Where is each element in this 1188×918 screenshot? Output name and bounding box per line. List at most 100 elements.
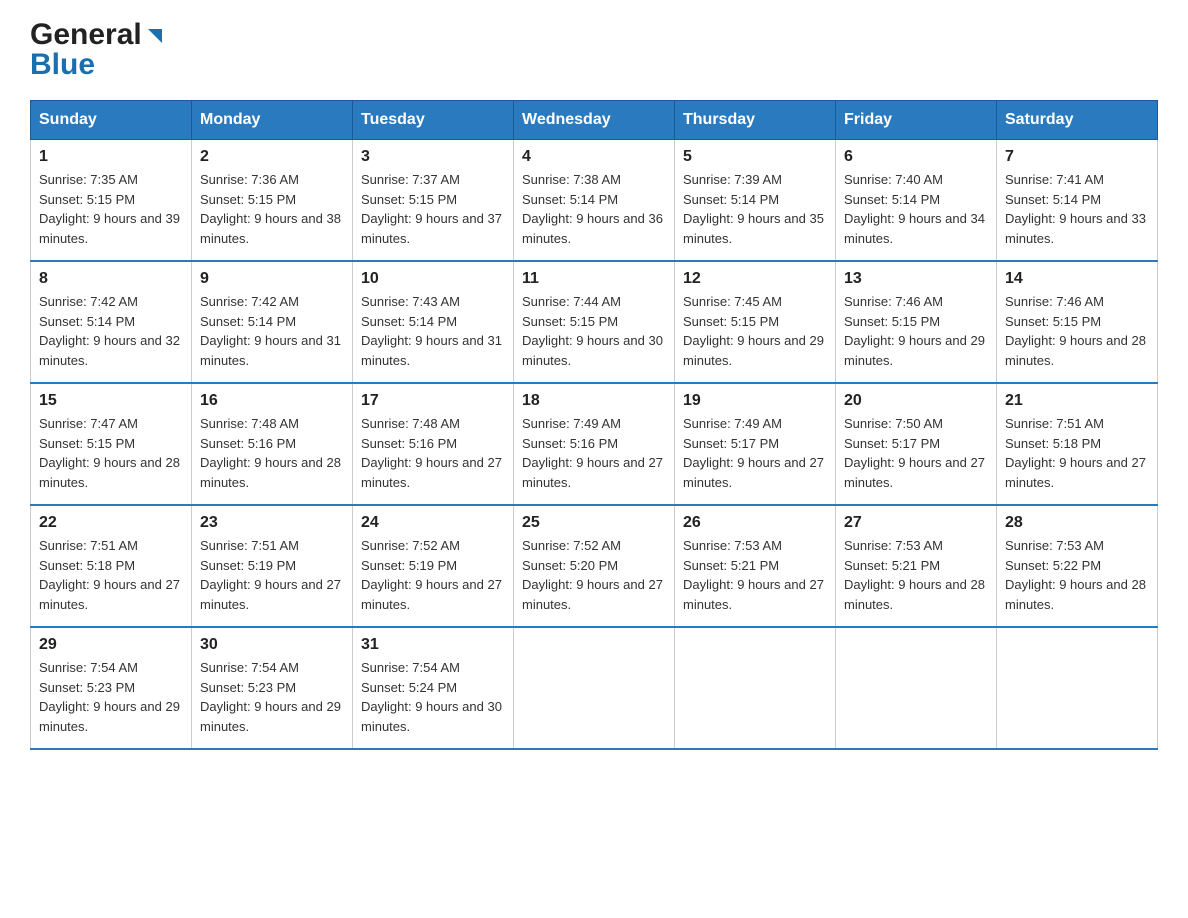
day-number: 13 bbox=[844, 270, 988, 288]
day-info: Sunrise: 7:37 AM Sunset: 5:15 PM Dayligh… bbox=[361, 170, 505, 248]
header-friday: Friday bbox=[836, 101, 997, 140]
calendar-cell bbox=[997, 627, 1158, 749]
day-info: Sunrise: 7:38 AM Sunset: 5:14 PM Dayligh… bbox=[522, 170, 666, 248]
calendar-header-row: SundayMondayTuesdayWednesdayThursdayFrid… bbox=[31, 101, 1158, 140]
day-info: Sunrise: 7:45 AM Sunset: 5:15 PM Dayligh… bbox=[683, 292, 827, 370]
calendar-cell: 19 Sunrise: 7:49 AM Sunset: 5:17 PM Dayl… bbox=[675, 383, 836, 505]
day-number: 1 bbox=[39, 148, 183, 166]
calendar-cell: 1 Sunrise: 7:35 AM Sunset: 5:15 PM Dayli… bbox=[31, 140, 192, 262]
day-info: Sunrise: 7:50 AM Sunset: 5:17 PM Dayligh… bbox=[844, 414, 988, 492]
calendar-cell: 11 Sunrise: 7:44 AM Sunset: 5:15 PM Dayl… bbox=[514, 261, 675, 383]
day-info: Sunrise: 7:52 AM Sunset: 5:20 PM Dayligh… bbox=[522, 536, 666, 614]
day-number: 16 bbox=[200, 392, 344, 410]
page-header: General Blue bbox=[30, 20, 1158, 80]
day-number: 30 bbox=[200, 636, 344, 654]
calendar-cell: 17 Sunrise: 7:48 AM Sunset: 5:16 PM Dayl… bbox=[353, 383, 514, 505]
day-number: 28 bbox=[1005, 514, 1149, 532]
calendar-cell: 16 Sunrise: 7:48 AM Sunset: 5:16 PM Dayl… bbox=[192, 383, 353, 505]
calendar-cell: 10 Sunrise: 7:43 AM Sunset: 5:14 PM Dayl… bbox=[353, 261, 514, 383]
calendar-cell: 7 Sunrise: 7:41 AM Sunset: 5:14 PM Dayli… bbox=[997, 140, 1158, 262]
calendar-cell: 6 Sunrise: 7:40 AM Sunset: 5:14 PM Dayli… bbox=[836, 140, 997, 262]
day-number: 31 bbox=[361, 636, 505, 654]
calendar-cell: 22 Sunrise: 7:51 AM Sunset: 5:18 PM Dayl… bbox=[31, 505, 192, 627]
calendar-week-5: 29 Sunrise: 7:54 AM Sunset: 5:23 PM Dayl… bbox=[31, 627, 1158, 749]
day-number: 21 bbox=[1005, 392, 1149, 410]
day-number: 24 bbox=[361, 514, 505, 532]
calendar-cell: 9 Sunrise: 7:42 AM Sunset: 5:14 PM Dayli… bbox=[192, 261, 353, 383]
day-info: Sunrise: 7:43 AM Sunset: 5:14 PM Dayligh… bbox=[361, 292, 505, 370]
day-info: Sunrise: 7:35 AM Sunset: 5:15 PM Dayligh… bbox=[39, 170, 183, 248]
day-number: 11 bbox=[522, 270, 666, 288]
day-number: 18 bbox=[522, 392, 666, 410]
calendar-cell: 25 Sunrise: 7:52 AM Sunset: 5:20 PM Dayl… bbox=[514, 505, 675, 627]
calendar-cell: 8 Sunrise: 7:42 AM Sunset: 5:14 PM Dayli… bbox=[31, 261, 192, 383]
header-tuesday: Tuesday bbox=[353, 101, 514, 140]
calendar-cell: 26 Sunrise: 7:53 AM Sunset: 5:21 PM Dayl… bbox=[675, 505, 836, 627]
logo-general-text: General bbox=[30, 20, 142, 50]
logo-blue-text: Blue bbox=[30, 48, 95, 81]
day-number: 2 bbox=[200, 148, 344, 166]
day-info: Sunrise: 7:52 AM Sunset: 5:19 PM Dayligh… bbox=[361, 536, 505, 614]
day-number: 7 bbox=[1005, 148, 1149, 166]
calendar-cell bbox=[675, 627, 836, 749]
calendar-cell: 31 Sunrise: 7:54 AM Sunset: 5:24 PM Dayl… bbox=[353, 627, 514, 749]
calendar-cell: 20 Sunrise: 7:50 AM Sunset: 5:17 PM Dayl… bbox=[836, 383, 997, 505]
calendar-table: SundayMondayTuesdayWednesdayThursdayFrid… bbox=[30, 100, 1158, 750]
day-number: 15 bbox=[39, 392, 183, 410]
calendar-week-4: 22 Sunrise: 7:51 AM Sunset: 5:18 PM Dayl… bbox=[31, 505, 1158, 627]
calendar-week-3: 15 Sunrise: 7:47 AM Sunset: 5:15 PM Dayl… bbox=[31, 383, 1158, 505]
logo-triangle-icon bbox=[144, 25, 166, 47]
calendar-cell: 4 Sunrise: 7:38 AM Sunset: 5:14 PM Dayli… bbox=[514, 140, 675, 262]
calendar-cell: 23 Sunrise: 7:51 AM Sunset: 5:19 PM Dayl… bbox=[192, 505, 353, 627]
calendar-cell: 15 Sunrise: 7:47 AM Sunset: 5:15 PM Dayl… bbox=[31, 383, 192, 505]
day-info: Sunrise: 7:47 AM Sunset: 5:15 PM Dayligh… bbox=[39, 414, 183, 492]
day-info: Sunrise: 7:51 AM Sunset: 5:18 PM Dayligh… bbox=[1005, 414, 1149, 492]
day-info: Sunrise: 7:53 AM Sunset: 5:22 PM Dayligh… bbox=[1005, 536, 1149, 614]
day-number: 25 bbox=[522, 514, 666, 532]
calendar-cell: 5 Sunrise: 7:39 AM Sunset: 5:14 PM Dayli… bbox=[675, 140, 836, 262]
day-number: 4 bbox=[522, 148, 666, 166]
day-number: 19 bbox=[683, 392, 827, 410]
day-info: Sunrise: 7:46 AM Sunset: 5:15 PM Dayligh… bbox=[844, 292, 988, 370]
day-number: 8 bbox=[39, 270, 183, 288]
day-info: Sunrise: 7:53 AM Sunset: 5:21 PM Dayligh… bbox=[683, 536, 827, 614]
day-info: Sunrise: 7:46 AM Sunset: 5:15 PM Dayligh… bbox=[1005, 292, 1149, 370]
calendar-cell: 13 Sunrise: 7:46 AM Sunset: 5:15 PM Dayl… bbox=[836, 261, 997, 383]
calendar-cell: 27 Sunrise: 7:53 AM Sunset: 5:21 PM Dayl… bbox=[836, 505, 997, 627]
day-info: Sunrise: 7:54 AM Sunset: 5:23 PM Dayligh… bbox=[200, 658, 344, 736]
calendar-cell: 3 Sunrise: 7:37 AM Sunset: 5:15 PM Dayli… bbox=[353, 140, 514, 262]
day-info: Sunrise: 7:51 AM Sunset: 5:18 PM Dayligh… bbox=[39, 536, 183, 614]
day-number: 20 bbox=[844, 392, 988, 410]
day-info: Sunrise: 7:51 AM Sunset: 5:19 PM Dayligh… bbox=[200, 536, 344, 614]
day-info: Sunrise: 7:40 AM Sunset: 5:14 PM Dayligh… bbox=[844, 170, 988, 248]
header-wednesday: Wednesday bbox=[514, 101, 675, 140]
day-info: Sunrise: 7:49 AM Sunset: 5:16 PM Dayligh… bbox=[522, 414, 666, 492]
day-info: Sunrise: 7:36 AM Sunset: 5:15 PM Dayligh… bbox=[200, 170, 344, 248]
day-info: Sunrise: 7:48 AM Sunset: 5:16 PM Dayligh… bbox=[200, 414, 344, 492]
day-info: Sunrise: 7:54 AM Sunset: 5:24 PM Dayligh… bbox=[361, 658, 505, 736]
day-info: Sunrise: 7:42 AM Sunset: 5:14 PM Dayligh… bbox=[200, 292, 344, 370]
day-info: Sunrise: 7:42 AM Sunset: 5:14 PM Dayligh… bbox=[39, 292, 183, 370]
calendar-week-2: 8 Sunrise: 7:42 AM Sunset: 5:14 PM Dayli… bbox=[31, 261, 1158, 383]
day-number: 27 bbox=[844, 514, 988, 532]
calendar-cell: 29 Sunrise: 7:54 AM Sunset: 5:23 PM Dayl… bbox=[31, 627, 192, 749]
day-number: 12 bbox=[683, 270, 827, 288]
calendar-cell: 14 Sunrise: 7:46 AM Sunset: 5:15 PM Dayl… bbox=[997, 261, 1158, 383]
header-sunday: Sunday bbox=[31, 101, 192, 140]
day-number: 26 bbox=[683, 514, 827, 532]
logo: General Blue bbox=[30, 20, 166, 80]
calendar-cell: 30 Sunrise: 7:54 AM Sunset: 5:23 PM Dayl… bbox=[192, 627, 353, 749]
day-number: 23 bbox=[200, 514, 344, 532]
header-saturday: Saturday bbox=[997, 101, 1158, 140]
calendar-cell: 24 Sunrise: 7:52 AM Sunset: 5:19 PM Dayl… bbox=[353, 505, 514, 627]
day-number: 5 bbox=[683, 148, 827, 166]
day-number: 3 bbox=[361, 148, 505, 166]
calendar-cell: 28 Sunrise: 7:53 AM Sunset: 5:22 PM Dayl… bbox=[997, 505, 1158, 627]
day-number: 22 bbox=[39, 514, 183, 532]
day-info: Sunrise: 7:54 AM Sunset: 5:23 PM Dayligh… bbox=[39, 658, 183, 736]
day-info: Sunrise: 7:49 AM Sunset: 5:17 PM Dayligh… bbox=[683, 414, 827, 492]
calendar-cell: 2 Sunrise: 7:36 AM Sunset: 5:15 PM Dayli… bbox=[192, 140, 353, 262]
calendar-cell: 21 Sunrise: 7:51 AM Sunset: 5:18 PM Dayl… bbox=[997, 383, 1158, 505]
day-number: 29 bbox=[39, 636, 183, 654]
day-info: Sunrise: 7:53 AM Sunset: 5:21 PM Dayligh… bbox=[844, 536, 988, 614]
